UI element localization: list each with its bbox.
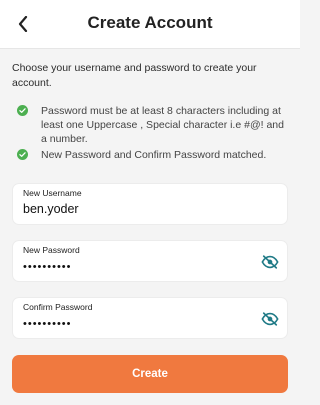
new-password-label: New Password [23, 245, 80, 255]
username-label: New Username [23, 188, 82, 198]
username-input[interactable] [23, 202, 243, 216]
confirm-password-input[interactable]: •••••••••• [23, 318, 243, 330]
intro-text: Choose your username and password to cre… [12, 62, 257, 89]
eye-off-icon[interactable] [261, 311, 279, 327]
confirm-password-field[interactable]: Confirm Password •••••••••• [12, 297, 288, 339]
check-circle-icon [17, 149, 28, 160]
rule-text: Password must be at least 8 characters i… [41, 105, 284, 145]
create-button[interactable]: Create [12, 355, 288, 393]
check-circle-icon [17, 105, 28, 116]
new-password-field[interactable]: New Password •••••••••• [12, 240, 288, 282]
rule-text: New Password and Confirm Password matche… [41, 149, 267, 161]
page-title: Create Account [87, 13, 213, 32]
username-field[interactable]: New Username [12, 183, 288, 225]
confirm-password-label: Confirm Password [23, 302, 93, 312]
eye-off-icon[interactable] [261, 254, 279, 270]
new-password-input[interactable]: •••••••••• [23, 261, 243, 273]
app-header: Create Account [0, 0, 300, 49]
